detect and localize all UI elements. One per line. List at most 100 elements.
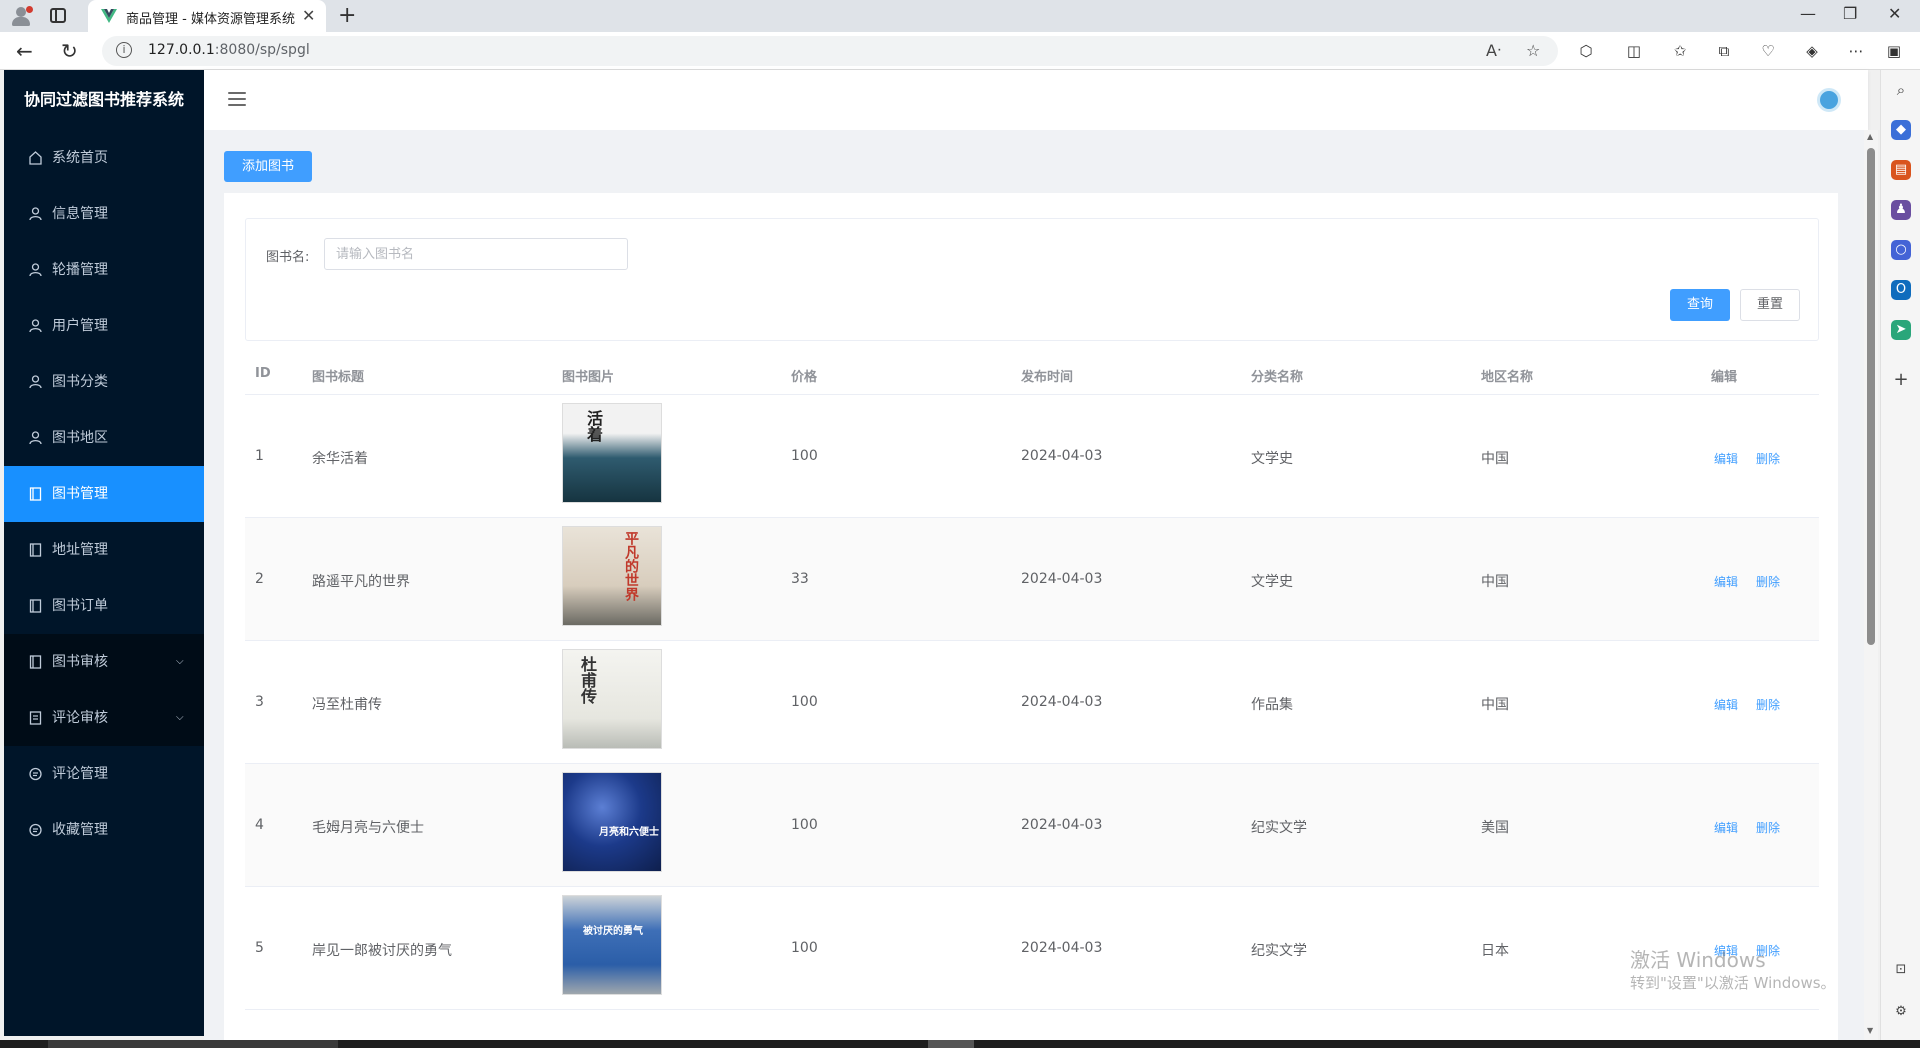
column-header: 编辑 — [1711, 370, 1738, 385]
hamburger-menu-icon[interactable] — [228, 92, 246, 106]
cell-region: 日本 — [1481, 943, 1509, 959]
screenshot-icon[interactable]: ⊡ — [1891, 960, 1911, 980]
scroll-down-icon[interactable]: ▼ — [1867, 1026, 1873, 1035]
address-bar-row: ← ↻ i 127.0.0.1:8080/sp/spgl Aᐧ ☆ ⬡ ◫ ✩ … — [0, 32, 1920, 70]
cell-price: 100 — [791, 448, 818, 464]
site-info-icon[interactable]: i — [116, 42, 132, 58]
copilot-icon[interactable]: ◈ — [1802, 41, 1822, 61]
sidebar-item[interactable]: 图书订单 — [4, 578, 204, 634]
close-window-icon[interactable]: ✕ — [1888, 4, 1901, 23]
restore-icon[interactable]: ❐ — [1843, 4, 1857, 23]
user-icon — [29, 263, 42, 277]
sidebar-item-label: 地址管理 — [52, 542, 108, 558]
sidebar-item[interactable]: 评论审核 ⌵ — [4, 690, 204, 746]
add-icon[interactable]: + — [1891, 370, 1911, 390]
sidebar-item[interactable]: 地址管理 — [4, 522, 204, 578]
search-icon[interactable]: ⌕ — [1891, 80, 1911, 100]
performance-icon[interactable]: ♡ — [1758, 41, 1778, 61]
settings-icon[interactable]: ⚙ — [1891, 1002, 1911, 1022]
delete-link[interactable]: 删除 — [1756, 696, 1780, 713]
sidebar-toggle-icon[interactable]: ▣ — [1884, 41, 1904, 61]
delete-link[interactable]: 删除 — [1756, 819, 1780, 836]
refresh-icon[interactable]: ↻ — [61, 39, 78, 63]
cell-price: 100 — [791, 940, 818, 956]
cell-region: 中国 — [1481, 451, 1509, 467]
cell-price: 100 — [791, 817, 818, 833]
home-icon — [29, 151, 42, 165]
tools-icon[interactable]: ▤ — [1891, 160, 1911, 180]
delete-link[interactable]: 删除 — [1756, 573, 1780, 590]
tab-actions-icon[interactable] — [50, 8, 66, 23]
sidebar-item[interactable]: 图书地区 — [4, 410, 204, 466]
sidebar-item-label: 图书审核 — [52, 654, 108, 670]
sidebar-item[interactable]: 图书管理 — [4, 466, 204, 522]
column-header: 价格 — [791, 370, 818, 385]
scrollbar-thumb[interactable] — [1867, 148, 1875, 645]
browser-tab[interactable]: 商品管理 - 媒体资源管理系统 ✕ — [88, 0, 326, 32]
table-header: ID 图书标题 图书图片 价格 发布时间 分类名称 地区名称 编辑 — [245, 354, 1819, 395]
collections-icon[interactable]: ⧉ — [1714, 41, 1734, 61]
favorite-star-icon[interactable]: ☆ — [1526, 41, 1540, 60]
sidebar-item[interactable]: 系统首页 — [4, 130, 204, 186]
sidebar-item[interactable]: 用户管理 — [4, 298, 204, 354]
table-row: 3 冯至杜甫传 100 2024-04-03 作品集 中国 杜甫传 编辑 删除 — [245, 641, 1819, 764]
cell-region: 中国 — [1481, 574, 1509, 590]
table-row: 4 毛姆月亮与六便士 100 2024-04-03 纪实文学 美国 月亮和六便士 编辑 删除 — [245, 764, 1819, 887]
cell-title: 岸见一郎被讨厌的勇气 — [312, 943, 452, 959]
page-scrollbar[interactable]: ▲ ▼ — [1864, 130, 1878, 1040]
app-sidebar: 协同过滤图书推荐系统 系统首页 信息管理 轮播管理 用户管理 图书分类 图书地区 图书管理地… — [4, 70, 204, 1036]
edit-link[interactable]: 编辑 — [1714, 696, 1738, 713]
cell-id: 1 — [255, 448, 264, 464]
new-tab-icon[interactable]: + — [338, 3, 356, 28]
scroll-up-icon[interactable]: ▲ — [1867, 132, 1873, 141]
query-button[interactable]: 查询 — [1670, 289, 1730, 321]
add-book-button[interactable]: 添加图书 — [224, 151, 312, 182]
edit-link[interactable]: 编辑 — [1714, 819, 1738, 836]
chat-icon — [29, 767, 42, 781]
send-icon[interactable]: ➤ — [1891, 320, 1911, 340]
app-header — [204, 70, 1868, 130]
content-card: 图书名: 查询 重置 ID 图书标题 图书图片 价格 发布时间 分类名称 地区名… — [224, 193, 1838, 1040]
sidebar-item[interactable]: 信息管理 — [4, 186, 204, 242]
cell-category: 纪实文学 — [1251, 820, 1307, 836]
url-field[interactable]: i 127.0.0.1:8080/sp/spgl Aᐧ ☆ — [102, 36, 1558, 66]
cell-title: 路遥平凡的世界 — [312, 574, 410, 590]
edit-link[interactable]: 编辑 — [1714, 573, 1738, 590]
cell-category: 纪实文学 — [1251, 943, 1307, 959]
chat-icon — [29, 823, 42, 837]
column-header: ID — [255, 366, 271, 381]
cell-price: 100 — [791, 694, 818, 710]
favorites-icon[interactable]: ✩ — [1670, 41, 1690, 61]
sidebar-item-label: 轮播管理 — [52, 262, 108, 278]
cell-date: 2024-04-03 — [1021, 448, 1103, 464]
profile-icon[interactable] — [10, 6, 33, 26]
shopping-icon[interactable]: ◆ — [1891, 120, 1911, 140]
reset-button[interactable]: 重置 — [1740, 289, 1800, 321]
extensions-icon[interactable]: ⬡ — [1576, 41, 1596, 61]
sidebar-item[interactable]: 轮播管理 — [4, 242, 204, 298]
more-menu-icon[interactable]: ⋯ — [1846, 41, 1866, 61]
edit-link[interactable]: 编辑 — [1714, 450, 1738, 467]
user-icon — [29, 319, 42, 333]
split-screen-icon[interactable]: ◫ — [1624, 41, 1644, 61]
search-input[interactable] — [324, 238, 628, 270]
delete-link[interactable]: 删除 — [1756, 450, 1780, 467]
outlook-icon[interactable]: O — [1891, 280, 1911, 300]
sidebar-item[interactable]: 收藏管理 — [4, 802, 204, 858]
cell-id: 5 — [255, 940, 264, 956]
sidebar-item[interactable]: 评论管理 — [4, 746, 204, 802]
sidebar-item[interactable]: 图书分类 — [4, 354, 204, 410]
games-icon[interactable]: ♟ — [1891, 200, 1911, 220]
office-icon[interactable]: ○ — [1891, 240, 1911, 260]
read-aloud-icon[interactable]: Aᐧ — [1486, 41, 1501, 60]
book-icon — [29, 599, 42, 613]
back-icon[interactable]: ← — [16, 39, 33, 63]
avatar[interactable] — [1817, 88, 1841, 112]
url-text: 127.0.0.1:8080/sp/spgl — [148, 42, 310, 58]
cell-date: 2024-04-03 — [1021, 694, 1103, 710]
sidebar-item[interactable]: 图书审核 ⌵ — [4, 634, 204, 690]
close-tab-icon[interactable]: ✕ — [302, 6, 315, 25]
sidebar-item-label: 图书分类 — [52, 374, 108, 390]
minimize-icon[interactable]: — — [1800, 4, 1816, 23]
book-icon — [29, 655, 42, 669]
